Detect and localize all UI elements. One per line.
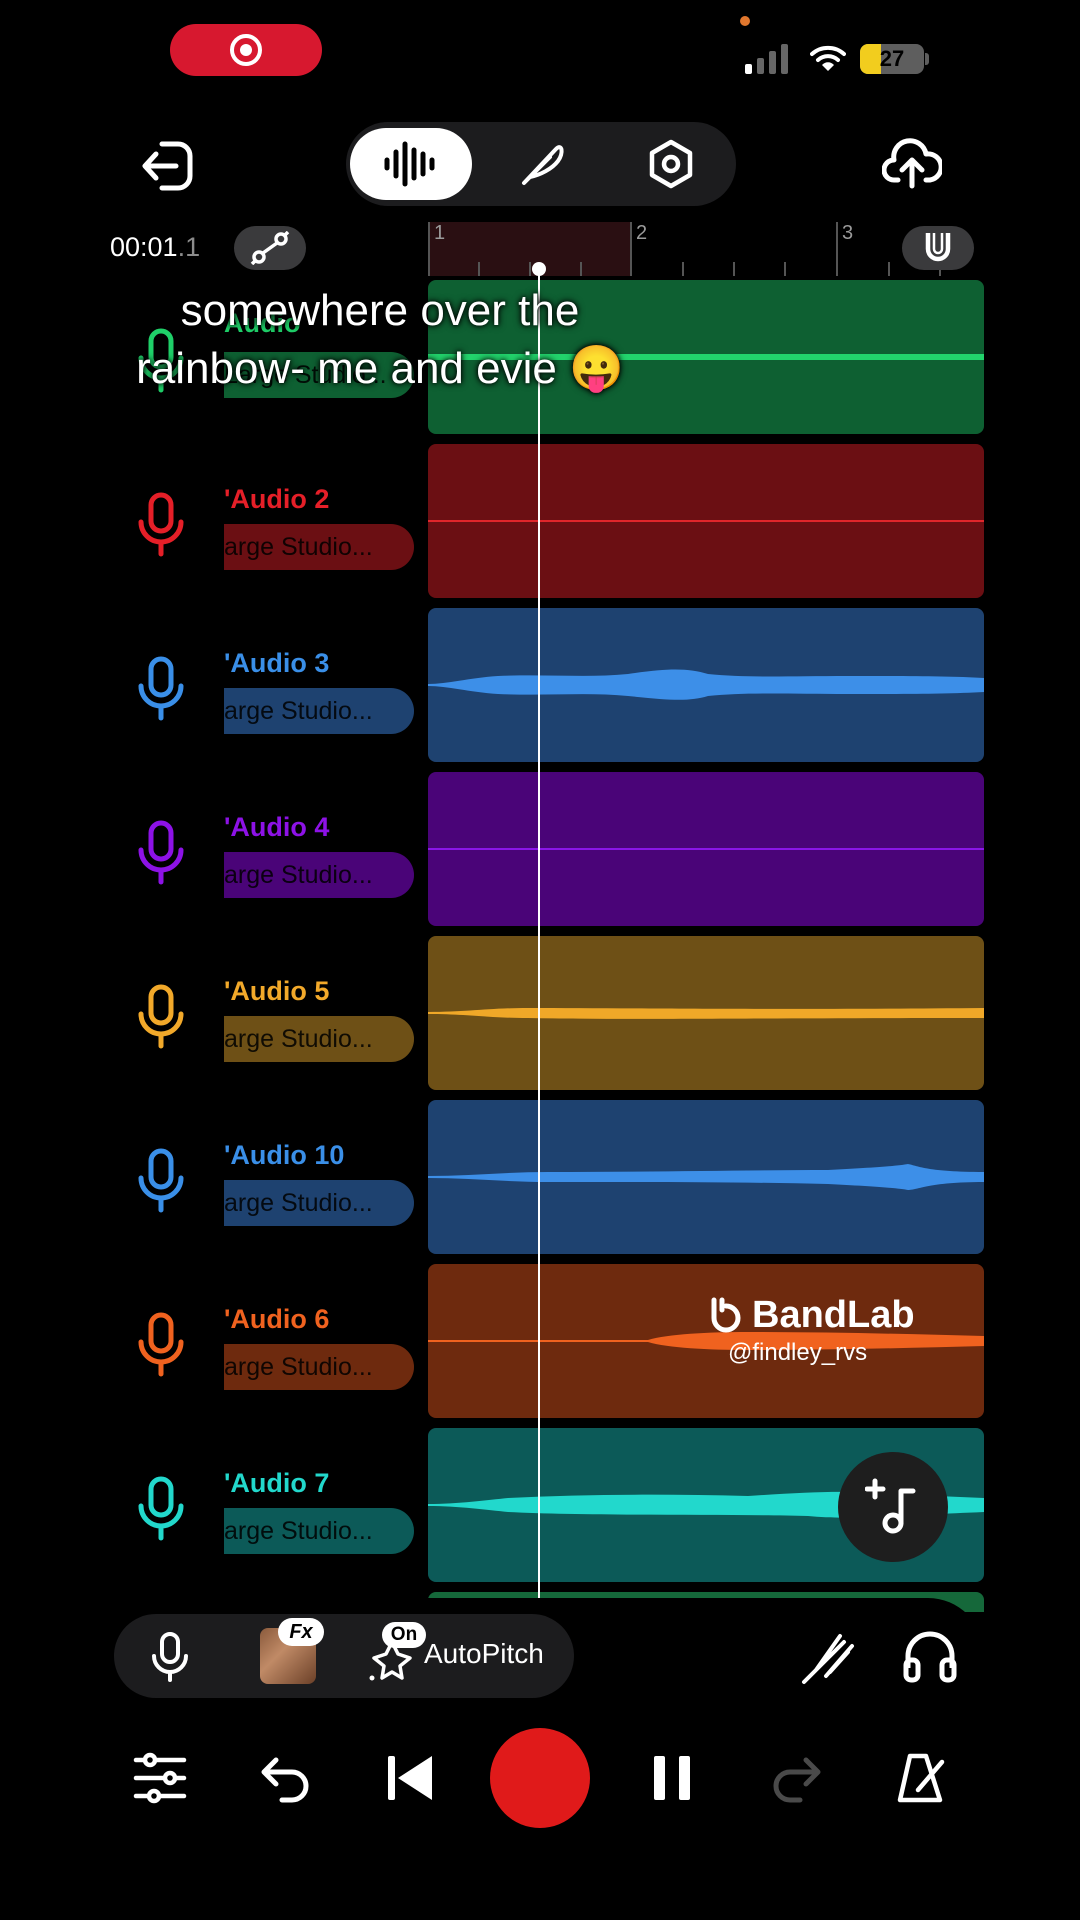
track-row[interactable]: 'Audio 4 arge Studio...: [0, 772, 1080, 928]
playhead[interactable]: [538, 266, 540, 1598]
microphone-icon[interactable]: [136, 1476, 186, 1542]
track-row[interactable]: 'Audio 3 arge Studio...: [0, 608, 1080, 764]
view-mode-switch: [346, 122, 736, 206]
waveform: [428, 669, 984, 700]
caption-line-1: somewhere over the: [180, 286, 580, 335]
cloud-upload-icon[interactable]: [882, 136, 942, 190]
fx-badge: Fx: [278, 1618, 324, 1646]
undo-icon[interactable]: [258, 1750, 314, 1806]
input-bar: Fx On AutoPitch: [114, 1614, 574, 1698]
audio-clip[interactable]: [428, 444, 984, 598]
track-row[interactable]: 'Audio 10 arge Studio...: [0, 1100, 1080, 1256]
audio-clip[interactable]: [428, 608, 984, 762]
privacy-dot: [740, 16, 750, 26]
track-name[interactable]: 'Audio 4: [224, 812, 329, 843]
track-name[interactable]: 'Audio 6: [224, 1304, 329, 1335]
track-name[interactable]: 'Audio 7: [224, 1468, 329, 1499]
microphone-icon[interactable]: [136, 1312, 186, 1378]
watermark-brand: BandLab: [752, 1294, 915, 1336]
wifi-icon: [810, 45, 846, 71]
track-name[interactable]: 'Audio 3: [224, 648, 329, 679]
track-row[interactable]: 'Audio 5 arge Studio...: [0, 936, 1080, 1092]
track-row[interactable]: 'Audio 6 arge Studio...: [0, 1264, 1080, 1420]
track-preset-pill[interactable]: arge Studio...: [224, 688, 414, 734]
waveform: [428, 1008, 984, 1019]
waveform-icon: [384, 141, 435, 187]
track-preset-pill[interactable]: arge Studio...: [224, 1508, 414, 1554]
mixer-sliders-icon[interactable]: [132, 1750, 188, 1806]
timeline-ruler[interactable]: 1 2 3: [428, 222, 984, 276]
waveform: [428, 1164, 984, 1190]
caption-line-2: rainbow- me and evie 😛: [136, 344, 624, 393]
automation-button[interactable]: [234, 226, 306, 270]
record-button[interactable]: [490, 1728, 590, 1828]
screen-recording-indicator[interactable]: [170, 24, 322, 76]
track-name[interactable]: 'Audio 2: [224, 484, 329, 515]
track-name[interactable]: 'Audio 5: [224, 976, 329, 1007]
hexagon-settings-icon: [649, 139, 693, 189]
time-readout: 00:01.1: [110, 232, 200, 263]
pause-icon[interactable]: [644, 1750, 700, 1806]
magnet-icon: [925, 233, 951, 262]
bar-number: 1: [434, 222, 446, 244]
microphone-icon[interactable]: [136, 820, 186, 886]
track-preset-pill[interactable]: arge Studio...: [224, 852, 414, 898]
time-fraction: .1: [177, 232, 201, 262]
battery-indicator: 27: [860, 44, 924, 74]
track-preset-pill[interactable]: arge Studio...: [224, 524, 414, 570]
playhead-handle[interactable]: [532, 262, 546, 276]
lyrics-mode-tab[interactable]: [480, 128, 602, 200]
settings-mode-tab[interactable]: [610, 128, 732, 200]
snap-button[interactable]: [902, 226, 974, 270]
battery-level: 27: [879, 46, 905, 71]
waveform: [428, 520, 984, 522]
bar-number: 2: [636, 222, 648, 244]
waveform: [428, 848, 984, 850]
exit-icon[interactable]: [140, 138, 196, 194]
record-dot-icon: [230, 34, 262, 66]
track-preset-pill[interactable]: arge Studio...: [224, 1344, 414, 1390]
audio-clip[interactable]: [428, 772, 984, 926]
tuner-fork-icon[interactable]: [800, 1630, 856, 1686]
redo-icon[interactable]: [768, 1750, 824, 1806]
microphone-icon[interactable]: [136, 656, 186, 722]
add-track-button[interactable]: [838, 1452, 948, 1562]
autopitch-on-badge: On: [382, 1622, 426, 1648]
audio-clip[interactable]: [428, 936, 984, 1090]
headphones-icon[interactable]: [902, 1628, 958, 1684]
video-caption: somewhere over the rainbow- me and evie …: [100, 282, 660, 398]
bandlab-watermark: BandLab @findley_rvs: [698, 1294, 915, 1367]
microphone-icon[interactable]: [136, 1148, 186, 1214]
time-main: 00:01: [110, 232, 178, 262]
skip-back-icon[interactable]: [382, 1750, 438, 1806]
waveform-mode-tab[interactable]: [350, 128, 472, 200]
track-row[interactable]: 'Audio 2 arge Studio...: [0, 444, 1080, 600]
automation-curve-icon: [250, 231, 290, 265]
audio-clip[interactable]: [428, 1100, 984, 1254]
watermark-handle: @findley_rvs: [728, 1339, 868, 1366]
feather-icon: [522, 145, 564, 185]
track-preset-pill[interactable]: arge Studio...: [224, 1016, 414, 1062]
microphone-input-icon[interactable]: [150, 1632, 190, 1682]
microphone-icon[interactable]: [136, 984, 186, 1050]
microphone-icon[interactable]: [136, 492, 186, 558]
cellular-signal-icon: [745, 44, 788, 74]
metronome-icon[interactable]: [892, 1750, 948, 1806]
track-preset-pill[interactable]: arge Studio...: [224, 1180, 414, 1226]
autopitch-label[interactable]: AutoPitch: [424, 1638, 544, 1670]
track-name[interactable]: 'Audio 10: [224, 1140, 344, 1171]
bar-number: 3: [842, 222, 854, 244]
add-music-note-icon: [865, 1478, 916, 1534]
bandlab-logo-icon: [711, 1297, 741, 1332]
